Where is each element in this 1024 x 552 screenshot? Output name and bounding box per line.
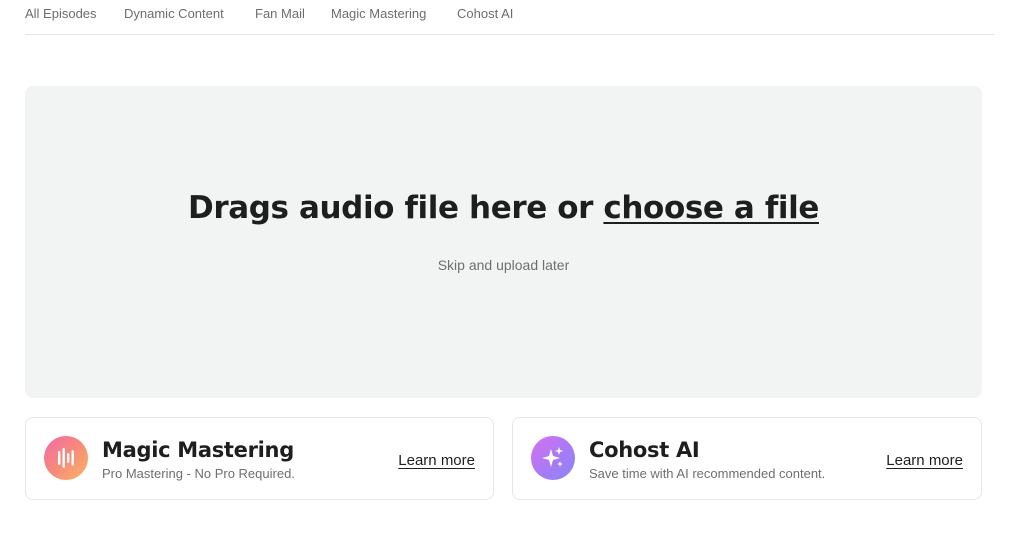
tab-magic-mastering[interactable]: Magic Mastering [331, 6, 426, 21]
tab-cohost-ai[interactable]: Cohost AI [457, 6, 513, 21]
audio-dropzone[interactable]: Drags audio file here or choose a file S… [25, 86, 982, 398]
card-subtitle: Save time with AI recommended content. [589, 466, 826, 481]
tab-fan-mail[interactable]: Fan Mail [255, 6, 305, 21]
choose-file-link[interactable]: choose a file [603, 190, 819, 226]
learn-more-link[interactable]: Learn more [398, 452, 475, 469]
dropzone-title: Drags audio file here or choose a file [25, 190, 982, 226]
magic-mastering-card: Magic Mastering Pro Mastering - No Pro R… [25, 417, 494, 500]
tab-dynamic-content[interactable]: Dynamic Content [124, 6, 224, 21]
cohost-ai-card: Cohost AI Save time with AI recommended … [512, 417, 982, 500]
dropzone-title-text: Drags audio file here or [188, 190, 604, 226]
waveform-icon [44, 436, 88, 480]
episode-tabs: All Episodes Dynamic Content Fan Mail Ma… [25, 0, 995, 35]
tab-all-episodes[interactable]: All Episodes [25, 6, 97, 21]
card-title: Magic Mastering [102, 438, 294, 462]
card-title: Cohost AI [589, 438, 700, 462]
skip-upload-link[interactable]: Skip and upload later [25, 257, 982, 273]
sparkle-icon [531, 436, 575, 480]
card-subtitle: Pro Mastering - No Pro Required. [102, 466, 295, 481]
learn-more-link[interactable]: Learn more [886, 452, 963, 469]
